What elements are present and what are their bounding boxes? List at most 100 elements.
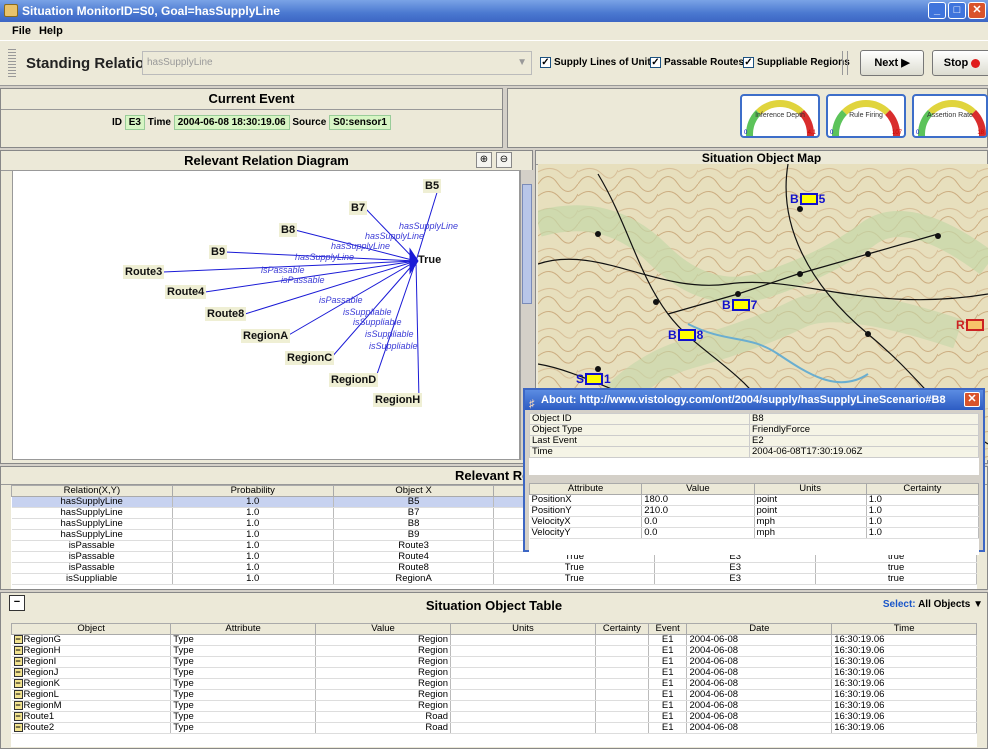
map-unit-b8[interactable]: B8	[668, 328, 703, 342]
minimize-button[interactable]: _	[928, 2, 946, 19]
table-cell: true	[815, 562, 977, 574]
collapse-icon[interactable]: −	[13, 646, 23, 656]
collapse-icon[interactable]: −	[13, 657, 23, 667]
table-row[interactable]: − Route1 Type Road E1 2004-06-08 16:30:19.06	[11, 711, 977, 724]
collapse-icon[interactable]: −	[9, 595, 25, 611]
map-unit-red[interactable]: R	[956, 318, 985, 332]
column-header[interactable]: Object	[11, 623, 172, 635]
collapse-icon[interactable]: −	[13, 690, 23, 700]
scroll-thumb[interactable]	[522, 184, 532, 304]
table-row[interactable]: isSuppliable 1.0 RegionA True E3 true	[11, 573, 977, 585]
map-unit-b7[interactable]: B7	[722, 298, 757, 312]
collapse-icon[interactable]: −	[13, 701, 23, 711]
column-header[interactable]: Attribute	[170, 623, 316, 635]
collapse-icon[interactable]: −	[13, 723, 23, 733]
diagram-node[interactable]: Route4	[165, 285, 207, 299]
table-cell: Region	[315, 645, 452, 658]
maximize-button[interactable]: □	[948, 2, 966, 19]
diagram-node[interactable]: B8	[279, 223, 298, 237]
column-header[interactable]: Units	[450, 623, 596, 635]
column-header[interactable]: Event	[647, 623, 688, 635]
column-header[interactable]: Units	[753, 483, 867, 495]
table-cell: E1	[648, 711, 688, 724]
collapse-icon[interactable]: −	[13, 635, 23, 644]
about-popup-titlebar[interactable]: ♯ About: http://www.vistology.com/ont/20…	[525, 390, 983, 410]
column-header[interactable]: Relation(X,Y)	[11, 485, 173, 497]
diagram-node[interactable]: Route8	[205, 307, 247, 321]
table-cell: Type	[170, 711, 316, 724]
close-icon[interactable]: ✕	[964, 392, 980, 407]
table-cell: Region	[315, 667, 452, 680]
table-cell: E1	[648, 678, 688, 691]
table-cell: − RegionH	[11, 645, 172, 658]
table-row[interactable]: − RegionM Type Region E1 2004-06-08 16:30:19.0…	[11, 700, 977, 713]
column-header[interactable]: Object X	[332, 485, 495, 497]
zoom-out-button[interactable]: ⊖	[496, 152, 512, 168]
current-event-panel: Current Event ID E3 Time 2004-06-08 18:3…	[0, 88, 503, 148]
close-button[interactable]: ✕	[968, 2, 986, 19]
table-cell: 1.0	[866, 516, 979, 528]
about-attributes-table[interactable]: Attribute Value Units Certainty PositionX 180…	[529, 483, 979, 555]
collapse-icon[interactable]: −	[13, 712, 23, 722]
column-header[interactable]: Attribute	[529, 483, 643, 495]
column-header[interactable]: Probability	[171, 485, 334, 497]
object-table[interactable]: Object Attribute Value Units Certainty Event D…	[11, 623, 977, 747]
table-cell: 2004-06-08	[686, 711, 833, 724]
collapse-icon[interactable]: −	[13, 668, 23, 678]
table-row[interactable]: PositionX 180.0 point 1.0	[529, 494, 979, 506]
table-row[interactable]: − Route2 Type Road E1 2004-06-08 16:30:19.06	[11, 722, 977, 735]
diagram-node[interactable]: RegionA	[241, 329, 291, 343]
table-row[interactable]: − RegionH Type Region E1 2004-06-08 16:30:19.0…	[11, 645, 977, 658]
about-popup: ♯ About: http://www.vistology.com/ont/20…	[523, 388, 985, 555]
table-cell: 1.0	[172, 507, 334, 519]
column-header[interactable]: Certainty	[594, 623, 649, 635]
table-cell: − Route1	[11, 711, 172, 724]
diagram-node[interactable]: RegionC	[285, 351, 335, 365]
table-row[interactable]: PositionY 210.0 point 1.0	[529, 505, 979, 517]
relation-diagram-title: Relevant Relation Diagram	[1, 151, 532, 171]
diagram-node-true[interactable]: True	[416, 253, 443, 267]
menu-help[interactable]: Help	[39, 22, 63, 40]
relation-diagram-edges	[162, 185, 440, 401]
next-button[interactable]: Next ▶	[860, 50, 924, 76]
diagram-node[interactable]: RegionD	[329, 373, 379, 387]
diagram-node[interactable]: Route3	[123, 265, 165, 279]
table-row[interactable]: VelocityY 0.0 mph 1.0	[529, 527, 979, 539]
relation-diagram[interactable]: True B5 hasSupplyLine B7 hasSupplyLine B8 hasS…	[12, 170, 520, 460]
checkbox-passable-routes[interactable]: ✓ Passable Routes	[650, 57, 744, 68]
column-header[interactable]: Time	[831, 623, 977, 635]
table-row[interactable]: isPassable 1.0 Route8 True E3 true	[11, 562, 977, 574]
diagram-node[interactable]: RegionH	[373, 393, 423, 407]
checkbox-suppliable-regions[interactable]: ✓ Suppliable Regions	[743, 57, 850, 68]
zoom-in-button[interactable]: ⊕	[476, 152, 492, 168]
table-row[interactable]: − RegionI Type Region E1 2004-06-08 16:30:19.0…	[11, 656, 977, 669]
diagram-node[interactable]: B5	[423, 179, 442, 193]
table-row[interactable]: − RegionJ Type Region E1 2004-06-08 16:30:19.0…	[11, 667, 977, 680]
standing-relation-select[interactable]: hasSupplyLine ▼	[142, 51, 532, 75]
table-cell	[595, 689, 649, 702]
column-header[interactable]: Date	[686, 623, 833, 635]
diagram-node[interactable]: B9	[209, 245, 228, 259]
column-header[interactable]: Value	[314, 623, 452, 635]
table-cell: 2004-06-08	[686, 634, 833, 647]
select-label: Select:	[882, 599, 916, 610]
table-row[interactable]: − RegionL Type Region E1 2004-06-08 16:30:19.0…	[11, 689, 977, 702]
column-header[interactable]: Certainty	[865, 483, 979, 495]
unit-symbol-icon	[965, 319, 984, 331]
table-row[interactable]: − RegionK Type Region E1 2004-06-08 16:30:19.0…	[11, 678, 977, 691]
stop-button[interactable]: Stop	[932, 50, 988, 76]
collapse-icon[interactable]: −	[13, 679, 23, 689]
map-unit-s1[interactable]: S1	[576, 372, 611, 386]
column-header[interactable]: Value	[641, 483, 755, 495]
diagram-node[interactable]: B7	[349, 201, 368, 215]
checkbox-supply-lines[interactable]: ✓ Supply Lines of Units	[540, 57, 656, 68]
map-unit-b5[interactable]: B5	[790, 192, 825, 206]
object-select[interactable]: Select: All Objects ▼	[883, 599, 983, 610]
table-row[interactable]: VelocityX 0.0 mph 1.0	[529, 516, 979, 528]
menu-file[interactable]: File	[12, 22, 31, 40]
toolbar-grip[interactable]	[8, 49, 16, 79]
table-cell: RegionA	[333, 573, 495, 585]
table-cell: 1.0	[172, 551, 334, 563]
table-row[interactable]: − RegionG Type Region E1 2004-06-08 16:30:19.0…	[11, 634, 977, 647]
table-cell: 1.0	[172, 496, 334, 508]
